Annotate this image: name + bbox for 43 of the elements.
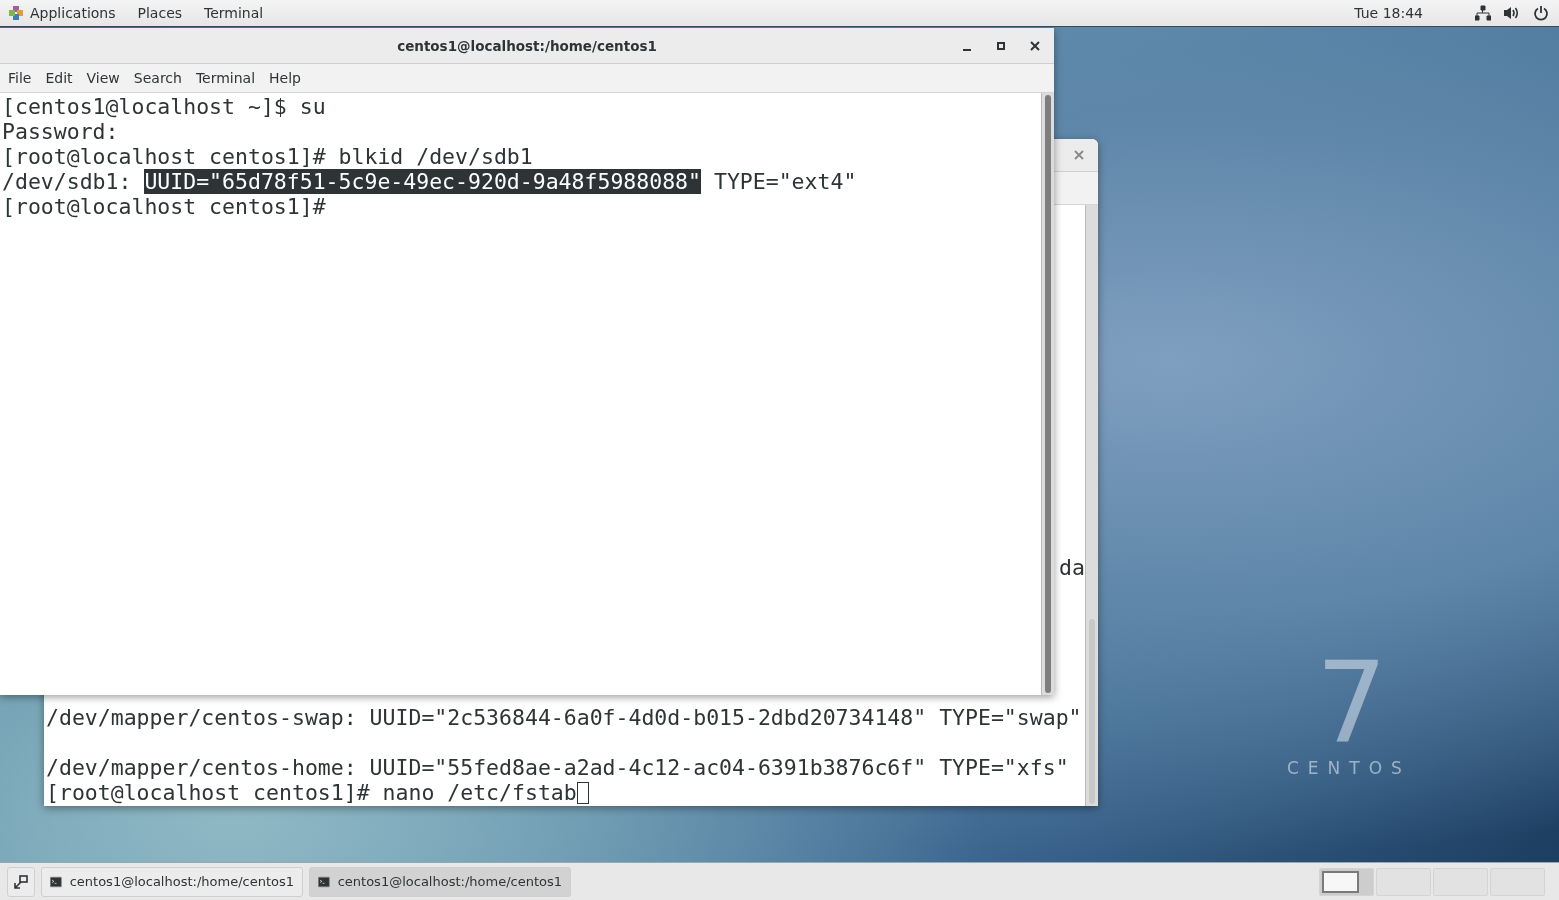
power-icon[interactable] — [1533, 5, 1549, 21]
terminal-text: TYPE="ext4" — [712, 169, 857, 194]
menu-item[interactable]: Search — [126, 70, 189, 86]
apps-icon — [8, 5, 24, 21]
close-icon — [1029, 39, 1041, 52]
terminal-text: [root@localhost centos1]# blkid /dev/sdb1 — [2, 144, 533, 169]
terminal-icon — [50, 873, 62, 890]
terminal-text: Password: — [2, 119, 119, 144]
window-thumbnail-icon — [1322, 870, 1359, 893]
window-title: centos1@localhost:/home/centos1 — [397, 37, 657, 54]
top-menu[interactable]: Places — [137, 5, 183, 21]
terminal-text: [root@localhost centos1]# — [2, 194, 326, 219]
scrollbar[interactable] — [1085, 205, 1098, 806]
show-desktop-icon — [13, 873, 29, 890]
terminal-text: /dev/mapper/centos-home: UUID="55fed8ae-a2ad-4c12-ac04-6391b3876c6f" TYPE="xfs" — [46, 755, 1069, 780]
top-menu[interactable]: Applications — [8, 5, 116, 21]
taskbar-window-button[interactable]: centos1@localhost:/home/centos1 — [41, 866, 303, 897]
terminal-text: da — [1059, 555, 1085, 580]
taskbar-window-button[interactable]: centos1@localhost:/home/centos1 — [309, 866, 571, 897]
logo-text: CENTOS — [1287, 758, 1411, 778]
logo-number: 7 — [1316, 647, 1388, 759]
scrollbar[interactable] — [1041, 93, 1054, 695]
maximize-icon — [995, 39, 1007, 52]
selected-text: UUID="65d78f51-5c9e-49ec-920d-9a48f5988088" — [144, 169, 701, 194]
menu-item[interactable]: Help — [262, 70, 308, 86]
clock[interactable]: Tue 18:44 — [1354, 5, 1423, 21]
network-icon[interactable] — [1475, 5, 1491, 21]
menu-item[interactable]: Terminal — [188, 70, 263, 86]
terminal-text: /dev/sdb1: — [2, 169, 133, 194]
menu-item[interactable]: View — [79, 70, 127, 86]
close-icon — [1073, 149, 1085, 161]
terminal-text: [centos1@localhost ~]$ su — [2, 94, 326, 119]
volume-icon[interactable] — [1503, 5, 1521, 21]
text-cursor-icon — [576, 781, 589, 804]
minimize-icon — [963, 48, 971, 51]
workspace-button[interactable] — [1319, 867, 1374, 896]
menu-item[interactable]: File — [1, 70, 39, 86]
menu-item[interactable]: Edit — [38, 70, 80, 86]
terminal-text: [root@localhost centos1]# nano /etc/fstab — [46, 780, 577, 805]
terminal-icon — [318, 873, 330, 890]
top-menu[interactable]: Terminal — [204, 5, 264, 21]
terminal-text: /dev/mapper/centos-swap: UUID="2c536844-6a0f-4d0d-b015-2dbd20734148" TYPE="swap" — [46, 705, 1082, 730]
show-desktop-button[interactable] — [7, 866, 35, 897]
